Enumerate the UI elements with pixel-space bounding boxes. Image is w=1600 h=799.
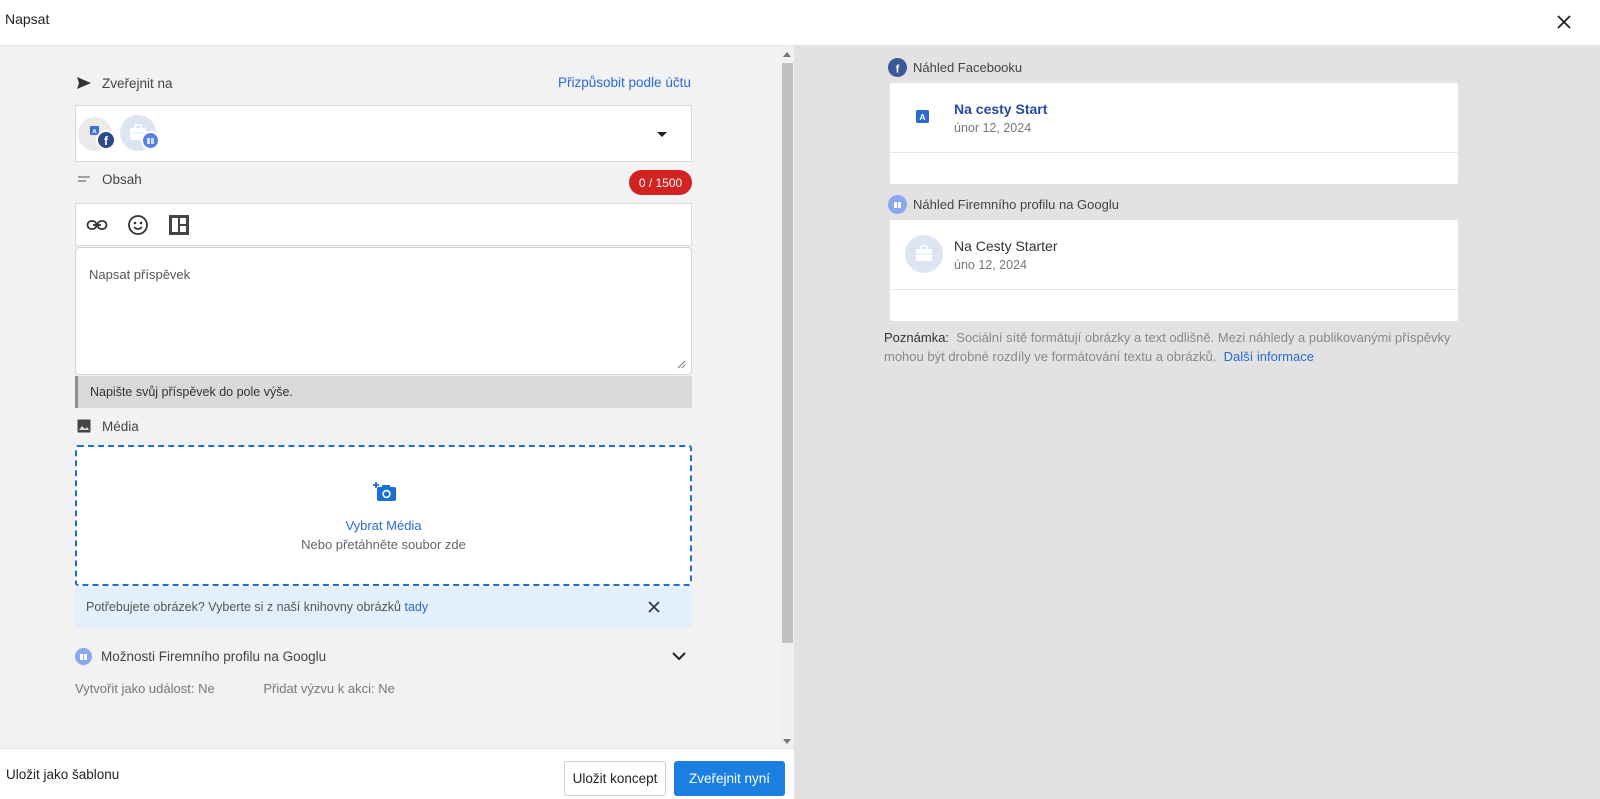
account-selector[interactable]: A f <box>75 105 692 162</box>
google-business-icon <box>141 131 160 150</box>
card-divider <box>890 289 1458 290</box>
facebook-preview-card: A Na cesty Start únor 12, 2024 <box>890 83 1458 184</box>
character-counter-badge: 0 / 1500 <box>629 170 692 195</box>
select-media-link[interactable]: Vybrat Média <box>77 518 690 533</box>
close-icon[interactable] <box>1551 9 1577 35</box>
google-post-date: úno 12, 2024 <box>954 258 1027 272</box>
google-business-name: Na Cesty Starter <box>954 238 1058 254</box>
compose-scrollbar[interactable] <box>780 46 794 748</box>
facebook-icon: f <box>96 130 116 150</box>
close-banner-icon[interactable] <box>646 599 662 615</box>
image-library-banner: Potřebujete obrázek? Vyberte si z naší k… <box>75 587 692 628</box>
facebook-preview-label: f Náhled Facebooku <box>888 58 1022 77</box>
gbp-options-label: Možnosti Firemního profilu na Googlu <box>75 648 326 665</box>
facebook-post-date: únor 12, 2024 <box>954 121 1032 135</box>
facebook-page-name: Na cesty Start <box>954 101 1048 117</box>
note-prefix: Poznámka: <box>884 330 950 345</box>
save-as-template-button[interactable]: Uložit jako šablonu <box>6 767 119 782</box>
card-divider <box>890 152 1458 153</box>
note-text: Sociální sítě formátují obrázky a text o… <box>884 330 1451 364</box>
create-as-event-value: Vytvořit jako událost: Ne <box>75 681 215 696</box>
compose-footer: Uložit jako šablonu Uložit koncept Zveře… <box>0 748 794 799</box>
preview-note: Poznámka: Sociální sítě formátují obrázk… <box>884 328 1464 366</box>
image-icon <box>75 417 93 435</box>
send-icon <box>75 74 93 92</box>
google-business-icon <box>75 648 92 665</box>
link-icon[interactable] <box>85 213 109 237</box>
text-lines-icon <box>75 170 93 188</box>
content-hint: Napište svůj příspěvek do pole výše. <box>75 376 692 408</box>
emoji-icon[interactable] <box>126 213 150 237</box>
save-draft-button[interactable]: Uložit koncept <box>564 761 666 796</box>
image-library-link[interactable]: tady <box>404 600 428 614</box>
svg-text:f: f <box>104 134 109 148</box>
learn-more-link[interactable]: Další informace <box>1224 349 1314 364</box>
customize-per-account-link[interactable]: Přizpůsobit podle účtu <box>558 75 691 90</box>
media-label: Média <box>75 417 139 435</box>
media-dropzone[interactable]: Vybrat Média Nebo přetáhněte soubor zde <box>75 445 692 586</box>
dialog-title: Napsat <box>5 11 50 27</box>
gbp-options-header[interactable]: Možnosti Firemního profilu na Googlu <box>75 646 692 670</box>
google-preview-label: Náhled Firemního profilu na Googlu <box>888 195 1119 214</box>
svg-text:A: A <box>919 112 925 122</box>
scroll-down-icon[interactable] <box>783 739 791 744</box>
layout-icon[interactable] <box>167 213 191 237</box>
page-avatar-icon: A <box>916 110 929 126</box>
post-placeholder: Napsat příspěvek <box>89 267 191 282</box>
google-preview-card: Na Cesty Starter úno 12, 2024 <box>890 220 1458 321</box>
dialog-header: Napsat <box>0 0 1600 46</box>
add-photo-icon[interactable] <box>373 481 397 506</box>
banner-text: Potřebujete obrázek? Vyberte si z naší k… <box>86 600 401 614</box>
scrollbar-thumb[interactable] <box>782 63 793 643</box>
content-label: Obsah <box>75 170 142 188</box>
post-textarea[interactable]: Napsat příspěvek <box>75 247 692 375</box>
svg-text:f: f <box>896 64 900 75</box>
drag-file-text: Nebo přetáhněte soubor zde <box>301 537 466 552</box>
publish-to-label: Zveřejnit na <box>75 74 173 92</box>
scroll-up-icon[interactable] <box>783 52 791 57</box>
gbp-options-summary: Vytvořit jako událost: Ne Přidat výzvu k… <box>75 681 440 696</box>
chevron-down-icon[interactable] <box>657 132 667 137</box>
compose-panel: Zveřejnit na Přizpůsobit podle účtu A f <box>0 46 780 748</box>
facebook-icon: f <box>888 58 907 77</box>
chevron-down-icon[interactable] <box>669 646 689 666</box>
business-avatar-icon <box>905 235 943 273</box>
add-cta-value: Přidat výzvu k akci: Ne <box>263 681 395 696</box>
publish-now-button[interactable]: Zveřejnit nyní <box>674 761 785 796</box>
resize-handle-icon[interactable] <box>677 360 686 369</box>
content-toolbar <box>75 203 692 246</box>
google-business-icon <box>888 195 907 214</box>
